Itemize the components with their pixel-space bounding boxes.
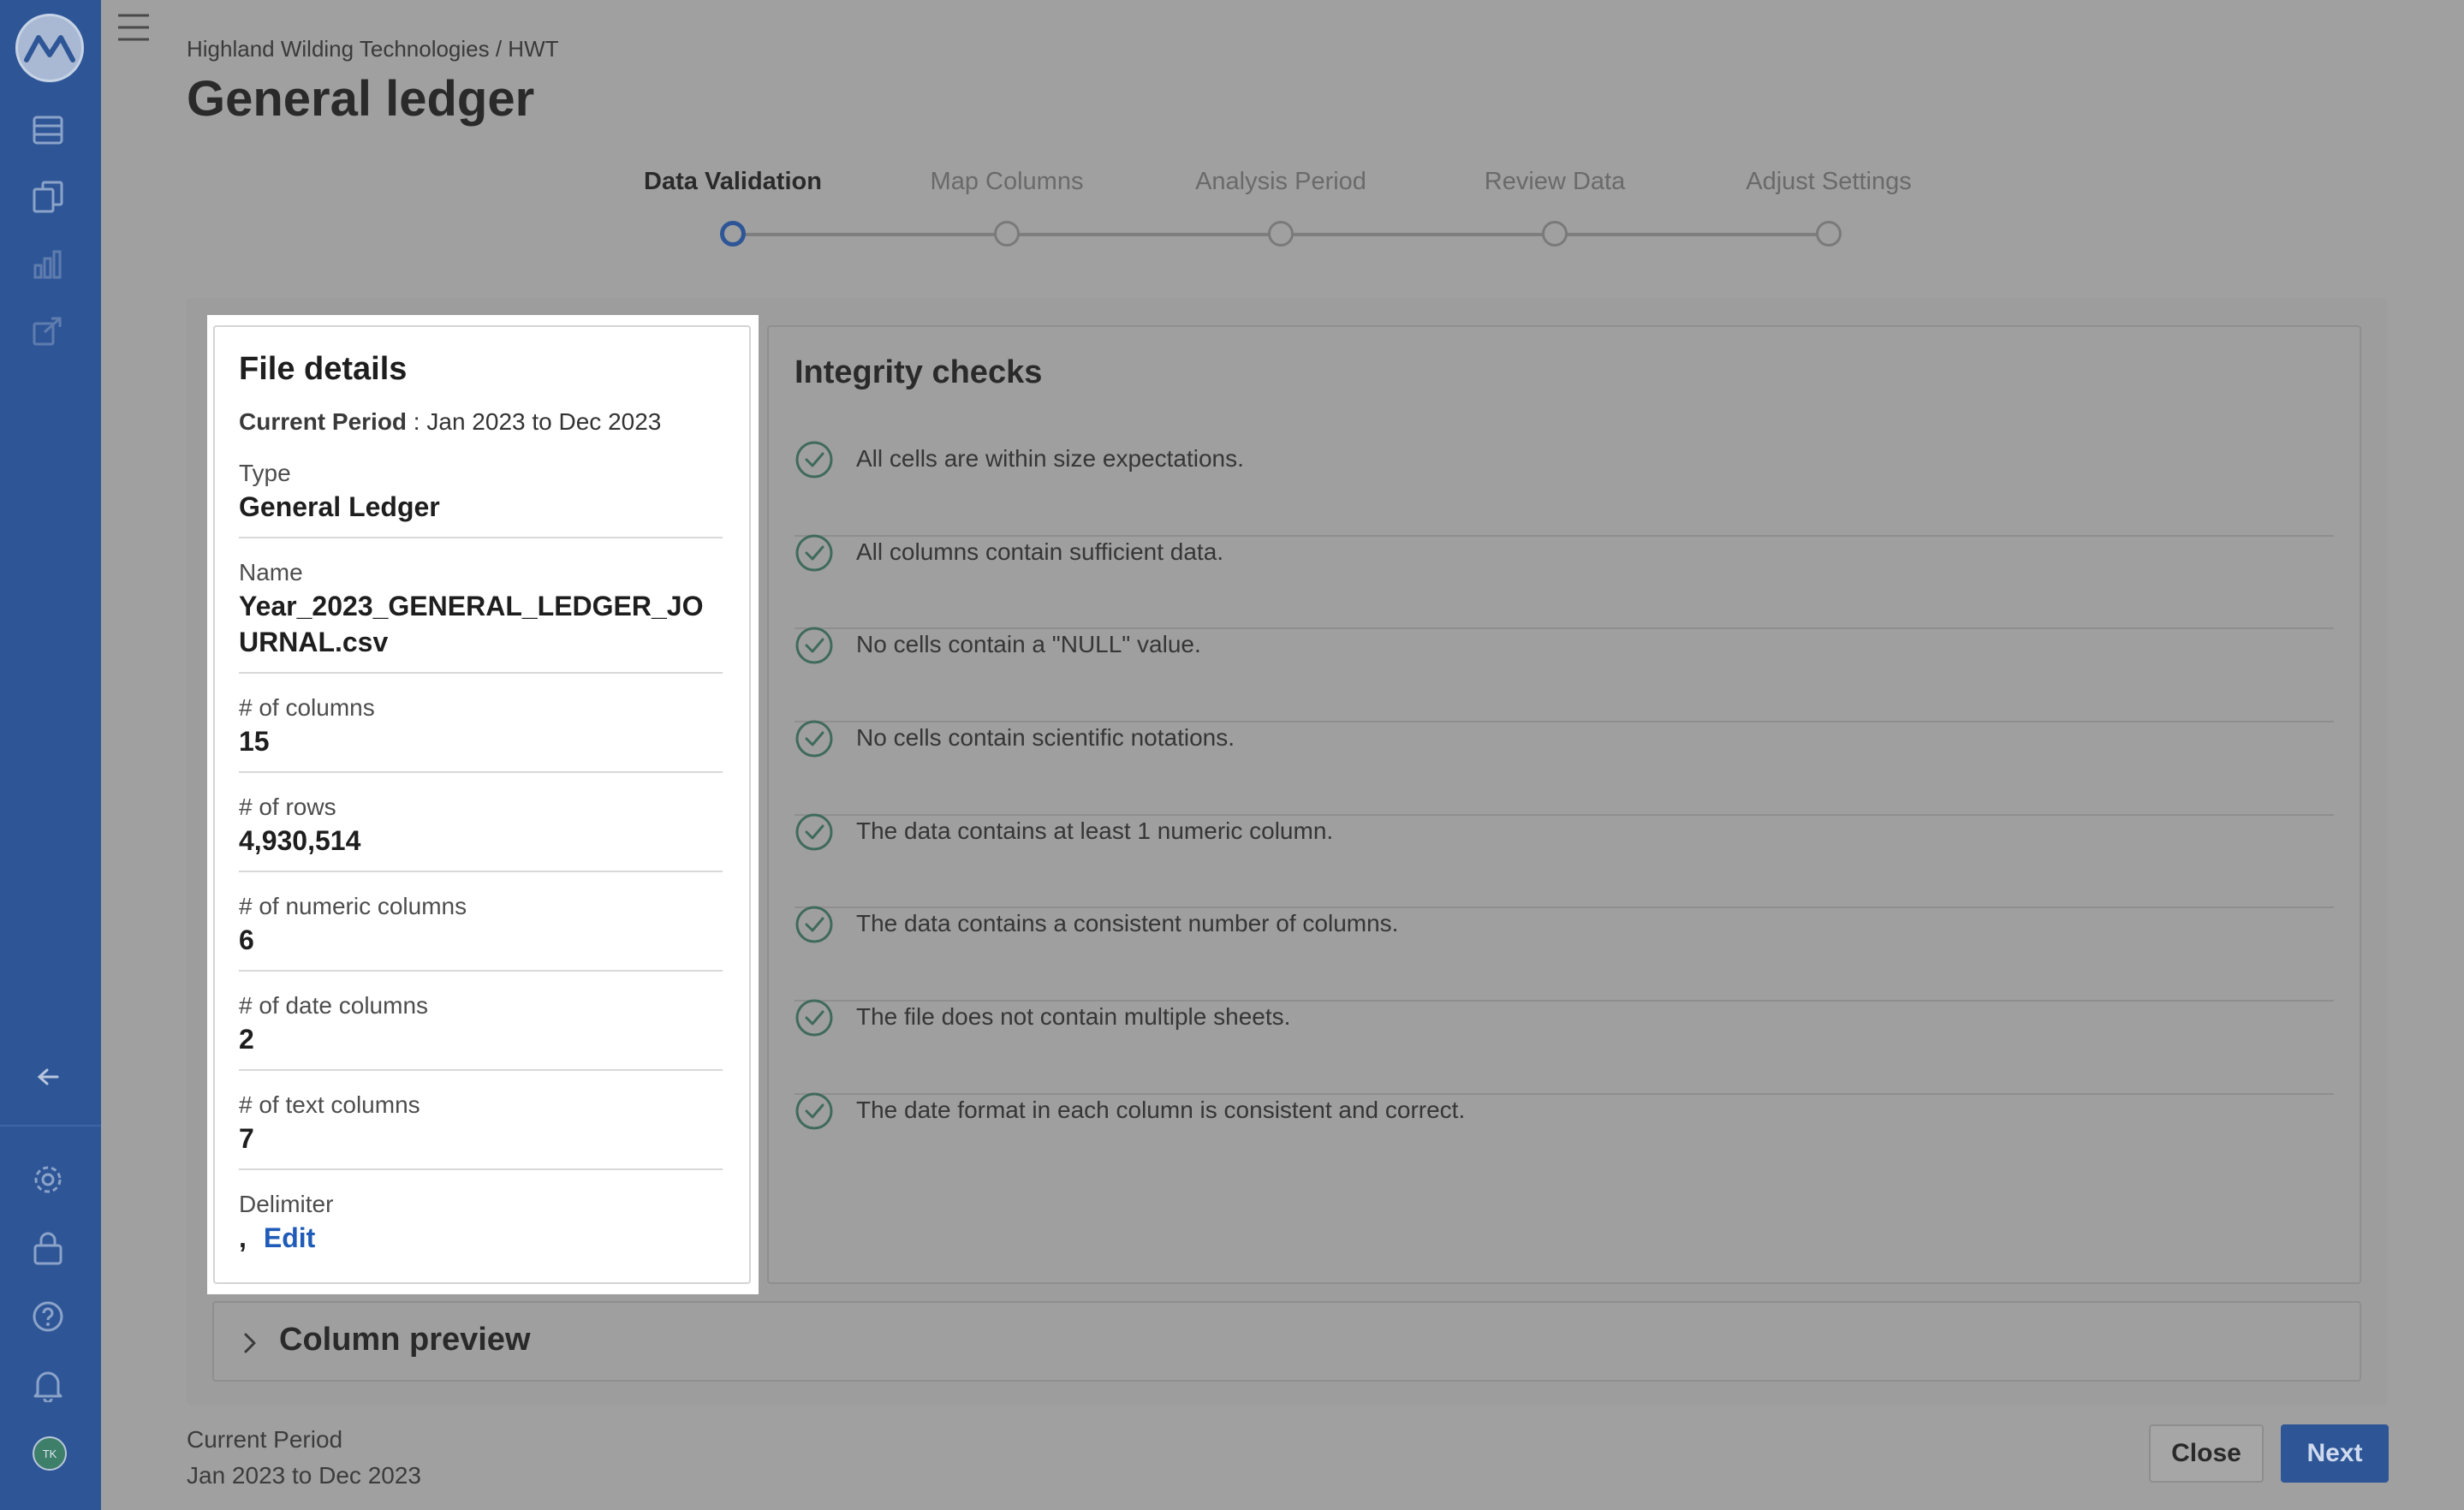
chevron-right-icon xyxy=(244,1333,256,1353)
step-adjust-settings[interactable]: Adjust Settings xyxy=(1692,168,1966,247)
column-preview-label: Column preview xyxy=(279,1322,531,1358)
columns-label: # of columns xyxy=(239,694,375,721)
date-columns-row: # of date columns 2 xyxy=(239,992,723,1071)
avatar[interactable]: TK xyxy=(33,1436,67,1471)
arrow-left-icon[interactable] xyxy=(29,1058,67,1096)
check-circle-icon xyxy=(795,999,833,1037)
step-label: Data Validation xyxy=(644,168,822,195)
step-label: Review Data xyxy=(1484,168,1626,195)
export-icon[interactable] xyxy=(29,312,67,349)
check-circle-icon xyxy=(795,441,833,479)
check-text: No cells contain scientific notations. xyxy=(856,724,1235,752)
file-details-content: File details Current Period : Jan 2023 t… xyxy=(239,351,723,1256)
step-map-columns[interactable]: Map Columns xyxy=(870,168,1144,247)
numeric-columns-row: # of numeric columns 6 xyxy=(239,893,723,972)
delimiter-row: Delimiter , Edit xyxy=(239,1191,723,1256)
menu-icon[interactable] xyxy=(115,10,152,45)
close-button[interactable]: Close xyxy=(2149,1424,2264,1483)
step-indicator xyxy=(1542,221,1568,247)
column-preview-accordion[interactable]: Column preview xyxy=(212,1301,2361,1382)
check-item: The data contains a consistent number of… xyxy=(795,906,2334,1002)
bar-chart-icon[interactable] xyxy=(29,245,67,282)
columns-value: 15 xyxy=(239,726,270,757)
rows-row: # of rows 4,930,514 xyxy=(239,794,723,872)
text-columns-row: # of text columns 7 xyxy=(239,1091,723,1170)
check-circle-icon xyxy=(795,534,833,572)
file-type-row: Type General Ledger xyxy=(239,460,723,538)
gear-icon[interactable] xyxy=(29,1161,67,1198)
delimiter-label: Delimiter xyxy=(239,1191,334,1217)
check-circle-icon xyxy=(795,906,833,943)
check-item: All cells are within size expectations. xyxy=(795,441,2334,537)
page-title: General ledger xyxy=(187,71,535,127)
wizard-stepper: Data Validation Map Columns Analysis Per… xyxy=(556,168,1961,253)
date-columns-value: 2 xyxy=(239,1024,254,1055)
edit-delimiter-link[interactable]: Edit xyxy=(264,1222,315,1253)
integrity-check-list: All cells are within size expectations. … xyxy=(795,441,2334,1188)
name-value: Year_2023_GENERAL_LEDGER_JOURNAL.csv xyxy=(239,591,704,657)
sidebar: TK xyxy=(0,0,101,1510)
type-label: Type xyxy=(239,460,291,486)
file-details-title: File details xyxy=(239,351,408,387)
logo-mark-icon xyxy=(24,35,75,62)
next-button[interactable]: Next xyxy=(2281,1424,2389,1483)
documents-icon[interactable] xyxy=(29,178,67,216)
step-indicator xyxy=(1268,221,1294,247)
file-name-row: Name Year_2023_GENERAL_LEDGER_JOURNAL.cs… xyxy=(239,559,723,674)
check-text: The date format in each column is consis… xyxy=(856,1096,1466,1123)
lock-icon[interactable] xyxy=(29,1229,67,1267)
help-icon[interactable] xyxy=(29,1298,67,1335)
check-item: The date format in each column is consis… xyxy=(795,1092,2334,1188)
rows-value: 4,930,514 xyxy=(239,825,361,856)
numeric-columns-label: # of numeric columns xyxy=(239,893,467,919)
file-period: Current Period : Jan 2023 to Dec 2023 xyxy=(239,408,723,436)
step-label: Map Columns xyxy=(930,168,1084,195)
check-circle-icon xyxy=(795,813,833,851)
delimiter-value: , xyxy=(239,1222,247,1253)
period-value: : Jan 2023 to Dec 2023 xyxy=(407,408,662,435)
check-item: No cells contain a "NULL" value. xyxy=(795,627,2334,723)
data-table-icon[interactable] xyxy=(29,111,67,149)
footer-period-value: Jan 2023 to Dec 2023 xyxy=(187,1462,421,1489)
name-label: Name xyxy=(239,559,303,586)
check-text: The data contains a consistent number of… xyxy=(856,910,1399,937)
check-text: All columns contain sufficient data. xyxy=(856,538,1224,565)
step-indicator xyxy=(994,221,1020,247)
app-logo[interactable] xyxy=(15,14,84,82)
check-item: All columns contain sufficient data. xyxy=(795,534,2334,630)
date-columns-label: # of date columns xyxy=(239,992,429,1019)
step-analysis-period[interactable]: Analysis Period xyxy=(1144,168,1418,247)
step-label: Adjust Settings xyxy=(1746,168,1912,195)
check-text: The file does not contain multiple sheet… xyxy=(856,1003,1291,1031)
check-item: The file does not contain multiple sheet… xyxy=(795,999,2334,1095)
step-label: Analysis Period xyxy=(1195,168,1366,195)
check-text: No cells contain a "NULL" value. xyxy=(856,631,1201,658)
check-text: The data contains at least 1 numeric col… xyxy=(856,817,1334,844)
period-label: Current Period xyxy=(239,408,408,435)
breadcrumb[interactable]: Highland Wilding Technologies / HWT xyxy=(187,36,559,62)
bell-icon[interactable] xyxy=(29,1366,67,1404)
step-indicator xyxy=(720,221,746,247)
check-item: The data contains at least 1 numeric col… xyxy=(795,813,2334,909)
numeric-columns-value: 6 xyxy=(239,924,254,955)
footer-period-label: Current Period xyxy=(187,1426,343,1453)
delimiter-value-line: , Edit xyxy=(239,1220,723,1256)
check-text: All cells are within size expectations. xyxy=(856,445,1244,472)
check-circle-icon xyxy=(795,627,833,664)
step-review-data[interactable]: Review Data xyxy=(1418,168,1692,247)
check-circle-icon xyxy=(795,720,833,758)
rows-label: # of rows xyxy=(239,794,336,820)
type-value: General Ledger xyxy=(239,491,440,522)
integrity-checks-title: Integrity checks xyxy=(795,354,1043,390)
step-data-validation[interactable]: Data Validation xyxy=(596,168,870,247)
text-columns-label: # of text columns xyxy=(239,1091,420,1118)
integrity-checks-panel: Integrity checks All cells are within si… xyxy=(767,325,2361,1284)
columns-row: # of columns 15 xyxy=(239,694,723,773)
text-columns-value: 7 xyxy=(239,1123,254,1154)
step-indicator xyxy=(1816,221,1842,247)
check-circle-icon xyxy=(795,1092,833,1130)
check-item: No cells contain scientific notations. xyxy=(795,720,2334,816)
sidebar-divider xyxy=(0,1125,101,1127)
